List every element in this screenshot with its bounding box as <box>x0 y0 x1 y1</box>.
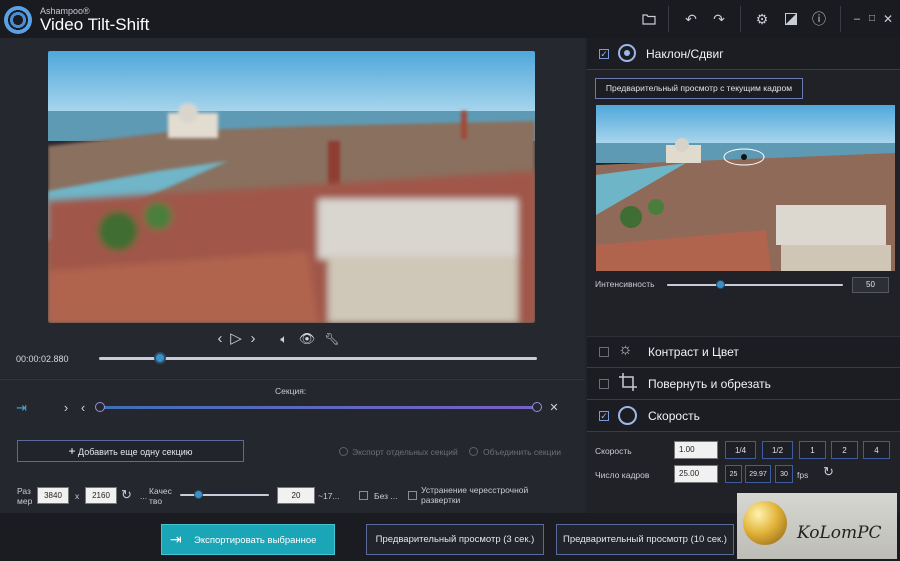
intensity-label: Интенсивность <box>595 279 655 289</box>
fps-preset-2997[interactable]: 29.97 <box>745 465 771 483</box>
add-section-button[interactable]: + Добавить еще одну секцию <box>17 440 244 462</box>
contrast-title: Контраст и Цвет <box>648 345 739 359</box>
speed-preset-quarter[interactable]: 1/4 <box>725 441 756 459</box>
export-separate-radio[interactable] <box>339 447 348 456</box>
separator <box>740 6 741 32</box>
intensity-field[interactable]: 50 <box>852 277 889 293</box>
tilt-shift-icon <box>618 44 636 62</box>
contrast-checkbox[interactable] <box>599 347 609 357</box>
fps-preset-25[interactable]: 25 <box>725 465 742 483</box>
section-start-handle[interactable] <box>95 402 105 412</box>
preview-3s-button[interactable]: Предварительный просмотр (3 сек.) <box>366 524 544 555</box>
app-logo-icon <box>4 6 32 34</box>
compare-icon[interactable] <box>780 8 802 30</box>
fps-unit: fps <box>797 470 809 480</box>
remove-section-icon[interactable]: ✕ <box>545 399 563 417</box>
plus-icon: + <box>68 444 76 458</box>
close-icon[interactable]: ✕ <box>877 8 899 30</box>
speed-checkbox[interactable]: ✓ <box>599 411 609 421</box>
fps-preset-30[interactable]: 30 <box>775 465 793 483</box>
lossless-checkbox[interactable] <box>359 491 368 500</box>
video-preview[interactable] <box>48 51 535 323</box>
export-icon: ⇥ <box>170 531 182 547</box>
watermark-logo-icon <box>743 501 787 545</box>
reset-size-icon[interactable]: ↻ <box>121 487 132 503</box>
add-section-label: Добавить еще одну секцию <box>78 447 193 457</box>
redo-icon[interactable]: ↷ <box>708 8 730 30</box>
quality-slider-knob[interactable] <box>194 490 203 499</box>
quality-label: Качес тво <box>149 486 172 506</box>
watermark: KoLomPC <box>737 493 897 559</box>
app-title: Video Tilt-Shift <box>40 15 150 34</box>
lossless-label: Без ... <box>374 491 398 501</box>
speed-preset-1[interactable]: 1 <box>799 441 826 459</box>
watermark-text: KoLomPC <box>797 523 882 543</box>
section-range[interactable] <box>99 406 539 409</box>
contrast-header[interactable] <box>587 336 900 368</box>
undo-icon[interactable]: ↶ <box>680 8 702 30</box>
intensity-slider-knob[interactable] <box>715 280 725 289</box>
tilt-shift-checkbox[interactable]: ✓ <box>599 49 609 59</box>
export-button-label: Экспортировать выбранное <box>194 535 317 546</box>
size-label: Раз мер <box>17 486 33 506</box>
width-field[interactable]: 3840 <box>37 487 69 504</box>
size-x: x <box>75 491 80 501</box>
reset-speed-icon[interactable]: ↻ <box>823 464 834 480</box>
crop-icon <box>619 373 637 393</box>
speed-label: Скорость <box>595 446 632 456</box>
quality-estimate: ~17... <box>318 491 340 501</box>
export-button[interactable]: ⇥ Экспортировать выбранное <box>161 524 335 555</box>
speed-preset-2[interactable]: 2 <box>831 441 858 459</box>
sun-icon: ☼ <box>618 341 633 358</box>
eye-icon[interactable]: 👁︎ <box>298 330 316 348</box>
separator <box>668 6 669 32</box>
title-bar: Ashampoo® Video Tilt-Shift ↶ ↷ ⚙ ⓘ – □ ✕ <box>0 0 900 38</box>
height-field[interactable]: 2160 <box>85 487 117 504</box>
quality-field[interactable]: 20 <box>277 487 315 504</box>
section-next-icon[interactable]: › <box>57 399 75 417</box>
folder-icon[interactable] <box>638 8 660 30</box>
merge-label: Объединить секции <box>483 447 561 457</box>
deinterlace-label: Устранение чересстрочной развертки <box>421 485 529 505</box>
tilt-preview-image[interactable] <box>596 105 895 271</box>
timecode: 00:00:02.880 <box>16 354 69 364</box>
play-icon[interactable]: ▷ <box>227 330 245 348</box>
size-more[interactable]: ... <box>140 491 147 501</box>
wrench-icon[interactable]: 🔧︎ <box>323 330 341 348</box>
speed-title: Скорость <box>648 409 700 423</box>
settings-gear-icon[interactable]: ⚙ <box>751 8 773 30</box>
mark-in-icon[interactable]: ⇥ <box>16 400 27 416</box>
separator <box>840 6 841 32</box>
preview-10s-button[interactable]: Предварительный просмотр (10 сек.) <box>556 524 734 555</box>
mute-icon[interactable]: 🔈︎ <box>275 330 293 348</box>
rotate-title: Повернуть и обрезать <box>648 377 771 391</box>
export-separate-label: Экспорт отдельных секций <box>352 447 458 457</box>
section-end-handle[interactable] <box>532 402 542 412</box>
merge-radio[interactable] <box>469 447 478 456</box>
tilt-shift-title: Наклон/Сдвиг <box>646 47 724 61</box>
info-icon[interactable]: ⓘ <box>808 8 830 30</box>
rotate-checkbox[interactable] <box>599 379 609 389</box>
section-label: Секция: <box>275 386 307 396</box>
speed-preset-half[interactable]: 1/2 <box>762 441 793 459</box>
speed-field[interactable]: 1.00 <box>674 441 718 459</box>
next-frame-icon[interactable]: › <box>244 330 262 348</box>
fps-label: Число кадров <box>595 470 650 480</box>
speed-preset-4[interactable]: 4 <box>863 441 890 459</box>
fps-field[interactable]: 25.00 <box>674 465 718 483</box>
preview-frame-button[interactable]: Предварительный просмотр с текущим кадро… <box>595 78 803 99</box>
speedometer-icon <box>618 406 637 425</box>
section-prev-icon[interactable]: ‹ <box>74 399 92 417</box>
deinterlace-checkbox[interactable] <box>408 491 417 500</box>
intensity-slider[interactable] <box>667 284 843 286</box>
